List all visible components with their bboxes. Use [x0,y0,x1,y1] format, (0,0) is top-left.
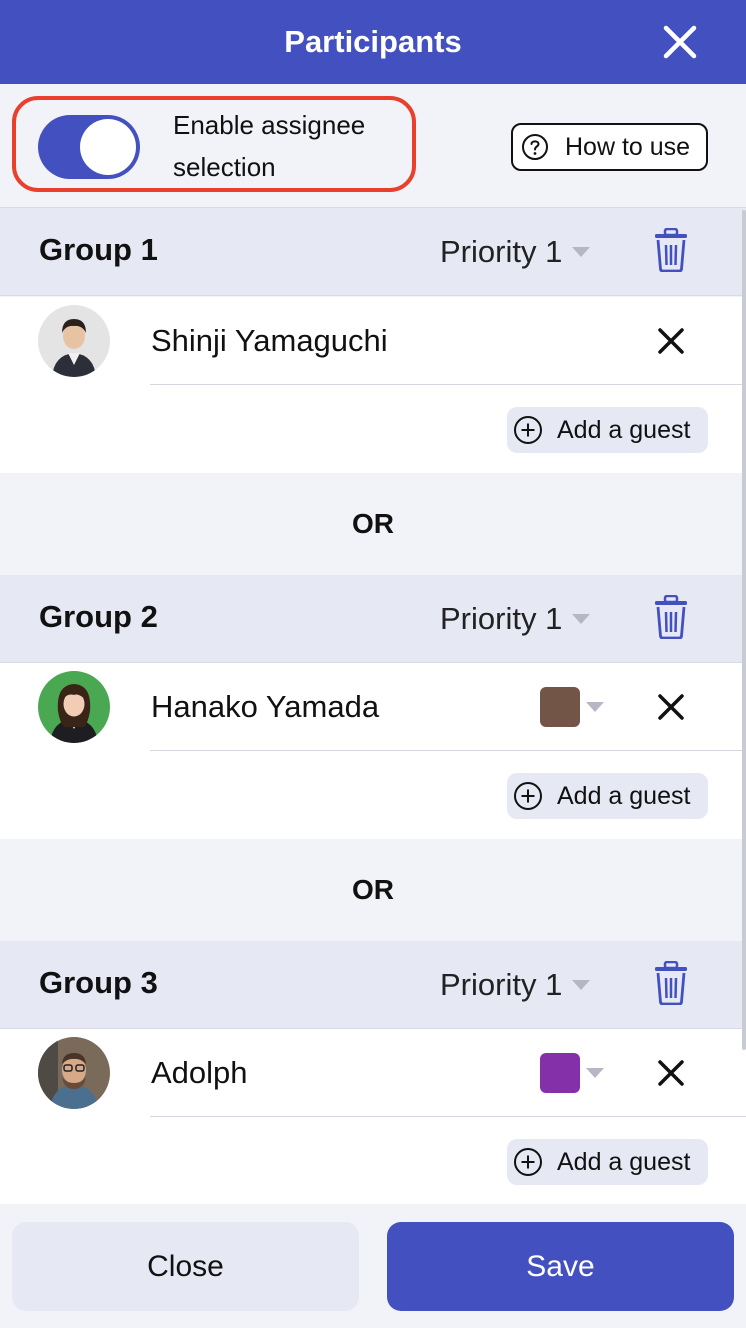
plus-circle-icon [514,782,542,810]
member-row: Shinji Yamaguchi [0,297,746,385]
group-header: Group 1 Priority 1 [0,208,746,296]
page-title: Participants [284,24,462,59]
plus-circle-icon [514,416,542,444]
priority-dropdown[interactable]: Priority 1 [440,963,591,1007]
guest-row: Add a guest [0,385,746,473]
toggle-knob [80,119,136,175]
member-name: Shinji Yamaguchi [151,323,388,358]
save-button[interactable]: Save [387,1222,734,1311]
avatar [38,1037,110,1109]
assignee-selection-toggle[interactable] [38,115,140,179]
add-guest-button[interactable]: Add a guest [507,1139,708,1185]
plus-circle-icon [514,1148,542,1176]
add-guest-button[interactable]: Add a guest [507,773,708,819]
how-to-use-label: How to use [565,132,691,161]
member-name: Adolph [151,1055,248,1090]
toggle-label: Enable assignee selection [173,110,366,182]
group-title: Group 3 [39,965,158,1000]
guest-row: Add a guest [0,1117,746,1205]
chevron-down-icon [586,702,604,712]
header-bar: Participants [0,0,746,84]
color-swatch [540,1053,580,1093]
member-row: Adolph [0,1029,746,1117]
guest-row: Add a guest [0,751,746,839]
close-button[interactable]: Close [12,1222,359,1311]
add-guest-label: Add a guest [557,415,691,444]
footer-bar: Close Save [0,1204,746,1328]
trash-icon[interactable] [653,961,689,1005]
priority-label: Priority 1 [440,601,563,636]
group-title: Group 1 [39,232,158,267]
color-swatch [540,687,580,727]
chevron-down-icon [572,614,591,624]
add-guest-button[interactable]: Add a guest [507,407,708,453]
priority-dropdown[interactable]: Priority 1 [440,597,591,641]
avatar [38,305,110,377]
trash-icon[interactable] [653,595,689,639]
close-icon[interactable] [660,22,700,62]
add-guest-label: Add a guest [557,1147,691,1176]
chevron-down-icon [572,980,591,990]
or-separator: OR [352,508,394,539]
question-icon [522,134,548,160]
member-name: Hanako Yamada [151,689,380,724]
member-row: Hanako Yamada [0,663,746,751]
group-header: Group 3 Priority 1 [0,941,746,1029]
priority-label: Priority 1 [440,967,563,1002]
remove-member-icon[interactable] [655,325,687,357]
priority-label: Priority 1 [440,234,563,269]
avatar [38,671,110,743]
color-picker[interactable] [540,687,604,727]
or-separator: OR [352,874,394,905]
trash-icon[interactable] [653,228,689,272]
chevron-down-icon [586,1068,604,1078]
group-title: Group 2 [39,599,158,634]
priority-dropdown[interactable]: Priority 1 [440,230,591,274]
chevron-down-icon [572,247,591,257]
remove-member-icon[interactable] [655,691,687,723]
remove-member-icon[interactable] [655,1057,687,1089]
scrollbar[interactable] [742,210,746,1050]
group-header: Group 2 Priority 1 [0,575,746,663]
how-to-use-button[interactable]: How to use [511,123,708,171]
add-guest-label: Add a guest [557,781,691,810]
color-picker[interactable] [540,1053,604,1093]
assignee-toolbar: Enable assignee selection How to use [0,84,746,208]
